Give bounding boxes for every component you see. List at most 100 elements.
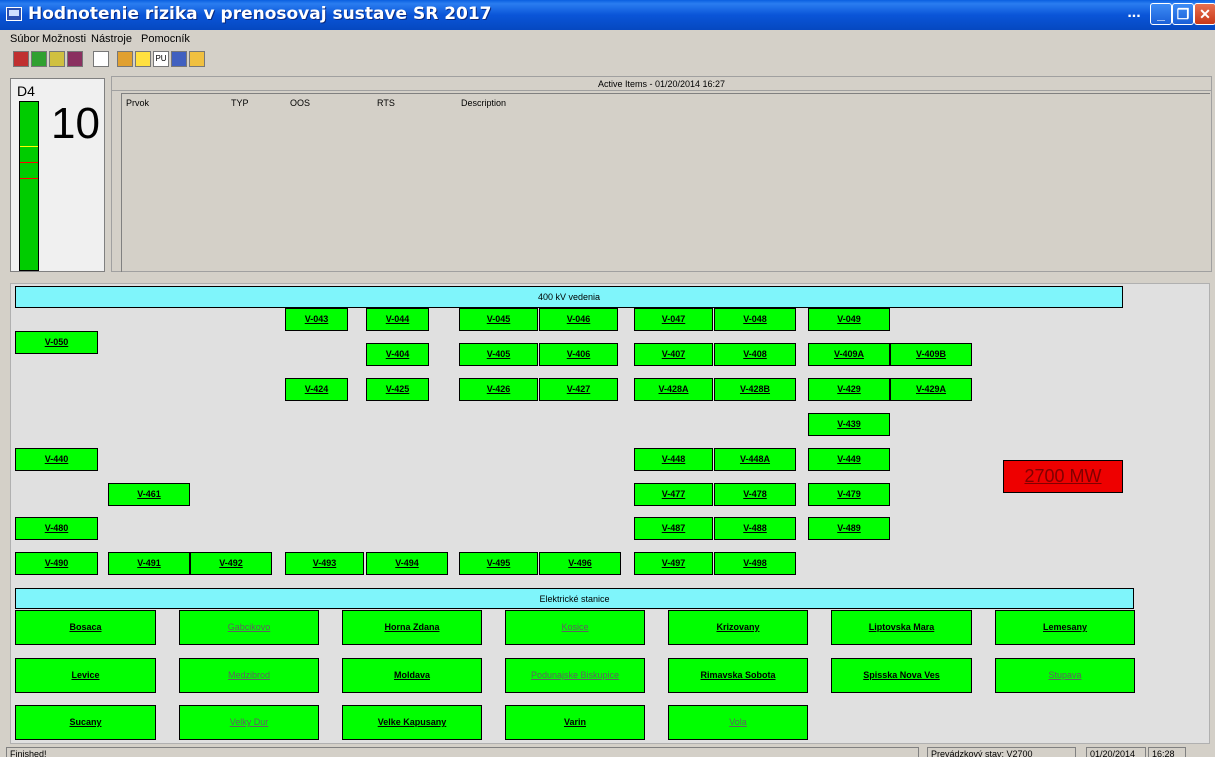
line-button[interactable]: V-448	[634, 448, 713, 471]
column-header-description[interactable]: Description	[461, 98, 506, 108]
station-button[interactable]: Liptovska Mara	[831, 610, 972, 645]
tool-4-icon[interactable]	[67, 51, 83, 67]
indicator-value: 10	[51, 99, 100, 148]
menu-moznosti[interactable]: Možnosti	[42, 33, 86, 45]
minimize-button[interactable]: _	[1150, 3, 1172, 25]
line-button[interactable]: V-480	[15, 517, 98, 540]
line-button[interactable]: V-439	[808, 413, 890, 436]
line-button[interactable]: V-492	[190, 552, 272, 575]
station-button[interactable]: Krizovany	[668, 610, 808, 645]
station-button[interactable]: Bosaca	[15, 610, 156, 645]
station-button[interactable]: Velky Dur	[179, 705, 319, 740]
line-button[interactable]: V-478	[714, 483, 796, 506]
risk-indicator-panel: D4 10	[10, 78, 105, 272]
active-items-heading: Active Items - 01/20/2014 16:27	[597, 79, 726, 89]
line-button[interactable]: V-405	[459, 343, 538, 366]
line-button[interactable]: V-440	[15, 448, 98, 471]
line-button[interactable]: V-408	[714, 343, 796, 366]
station-button[interactable]: Levice	[15, 658, 156, 693]
line-button[interactable]: V-491	[108, 552, 190, 575]
tool-1-icon[interactable]	[13, 51, 29, 67]
station-button[interactable]: Kosice	[505, 610, 645, 645]
line-button[interactable]: V-427	[539, 378, 618, 401]
indicator-label: D4	[17, 83, 35, 99]
tool-6-icon[interactable]	[117, 51, 133, 67]
station-button[interactable]: Rimavska Sobota	[668, 658, 808, 693]
line-button[interactable]: V-406	[539, 343, 618, 366]
line-button[interactable]: V-479	[808, 483, 890, 506]
line-button[interactable]: V-049	[808, 308, 890, 331]
gauge-red-mark	[20, 178, 38, 179]
tool-9-icon[interactable]	[171, 51, 187, 67]
stations-section-header: Elektrické stanice	[15, 588, 1134, 609]
station-button[interactable]: Sucany	[15, 705, 156, 740]
line-button[interactable]: V-487	[634, 517, 713, 540]
gauge-yellow-mark	[20, 146, 38, 147]
line-button[interactable]: V-449	[808, 448, 890, 471]
station-button[interactable]: Velke Kapusany	[342, 705, 482, 740]
column-header-rts[interactable]: RTS	[377, 98, 395, 108]
menu-subor[interactable]: Súbor	[10, 33, 39, 45]
line-button[interactable]: V-050	[15, 331, 98, 354]
line-button[interactable]: V-428B	[714, 378, 796, 401]
line-button[interactable]: V-490	[15, 552, 98, 575]
line-button[interactable]: V-489	[808, 517, 890, 540]
station-button[interactable]: Spisska Nova Ves	[831, 658, 972, 693]
tool-2-icon[interactable]	[31, 51, 47, 67]
line-button[interactable]: V-043	[285, 308, 348, 331]
line-button[interactable]: V-493	[285, 552, 364, 575]
menu-pomocnik[interactable]: Pomocník	[141, 33, 190, 45]
line-button[interactable]: V-429	[808, 378, 890, 401]
line-button[interactable]: V-404	[366, 343, 429, 366]
gauge-red-mark	[20, 162, 38, 163]
tool-5-icon[interactable]	[93, 51, 109, 67]
line-button[interactable]: V-497	[634, 552, 713, 575]
line-button[interactable]: V-494	[366, 552, 448, 575]
line-button[interactable]: V-426	[459, 378, 538, 401]
line-button[interactable]: V-498	[714, 552, 796, 575]
station-button[interactable]: Horna Zdana	[342, 610, 482, 645]
active-items-list[interactable]: Prvok TYP OOS RTS Description	[121, 93, 1210, 272]
divider	[112, 90, 1211, 91]
station-button[interactable]: Varin	[505, 705, 645, 740]
tool-3-icon[interactable]	[49, 51, 65, 67]
close-button[interactable]: ✕	[1194, 3, 1215, 25]
status-message: Finished!	[6, 747, 919, 757]
station-button[interactable]: Lemesany	[995, 610, 1135, 645]
tool-7-icon[interactable]	[135, 51, 151, 67]
line-button[interactable]: V-488	[714, 517, 796, 540]
line-button[interactable]: V-495	[459, 552, 538, 575]
line-button[interactable]: V-047	[634, 308, 713, 331]
line-button[interactable]: V-048	[714, 308, 796, 331]
tool-10-icon[interactable]	[189, 51, 205, 67]
menu-nastroje[interactable]: Nástroje	[91, 33, 132, 45]
column-header-prvok[interactable]: Prvok	[126, 98, 149, 108]
line-button[interactable]: V-461	[108, 483, 190, 506]
line-button[interactable]: V-046	[539, 308, 618, 331]
line-button[interactable]: V-429A	[890, 378, 972, 401]
line-button[interactable]: V-424	[285, 378, 348, 401]
line-button[interactable]: V-407	[634, 343, 713, 366]
line-button[interactable]: V-448A	[714, 448, 796, 471]
column-header-typ[interactable]: TYP	[231, 98, 249, 108]
line-button[interactable]: V-425	[366, 378, 429, 401]
line-button[interactable]: V-044	[366, 308, 429, 331]
line-button[interactable]: V-477	[634, 483, 713, 506]
maximize-button[interactable]: ❐	[1172, 3, 1194, 25]
line-button[interactable]: V-409A	[808, 343, 890, 366]
app-icon	[6, 7, 22, 21]
ellipsis-icon[interactable]: ...	[1124, 3, 1144, 25]
station-button[interactable]: Podunajske Biskupice	[505, 658, 645, 693]
pu-icon[interactable]: PU	[153, 51, 169, 67]
column-header-oos[interactable]: OOS	[290, 98, 310, 108]
line-button[interactable]: V-409B	[890, 343, 972, 366]
station-button[interactable]: Moldava	[342, 658, 482, 693]
station-button[interactable]: Vola	[668, 705, 808, 740]
line-button[interactable]: V-496	[539, 552, 621, 575]
station-button[interactable]: Stupava	[995, 658, 1135, 693]
line-button[interactable]: V-045	[459, 308, 538, 331]
station-button[interactable]: Gabcikovo	[179, 610, 319, 645]
line-button[interactable]: V-428A	[634, 378, 713, 401]
station-button[interactable]: Medzibrod	[179, 658, 319, 693]
power-value-box[interactable]: 2700 MW	[1003, 460, 1123, 493]
